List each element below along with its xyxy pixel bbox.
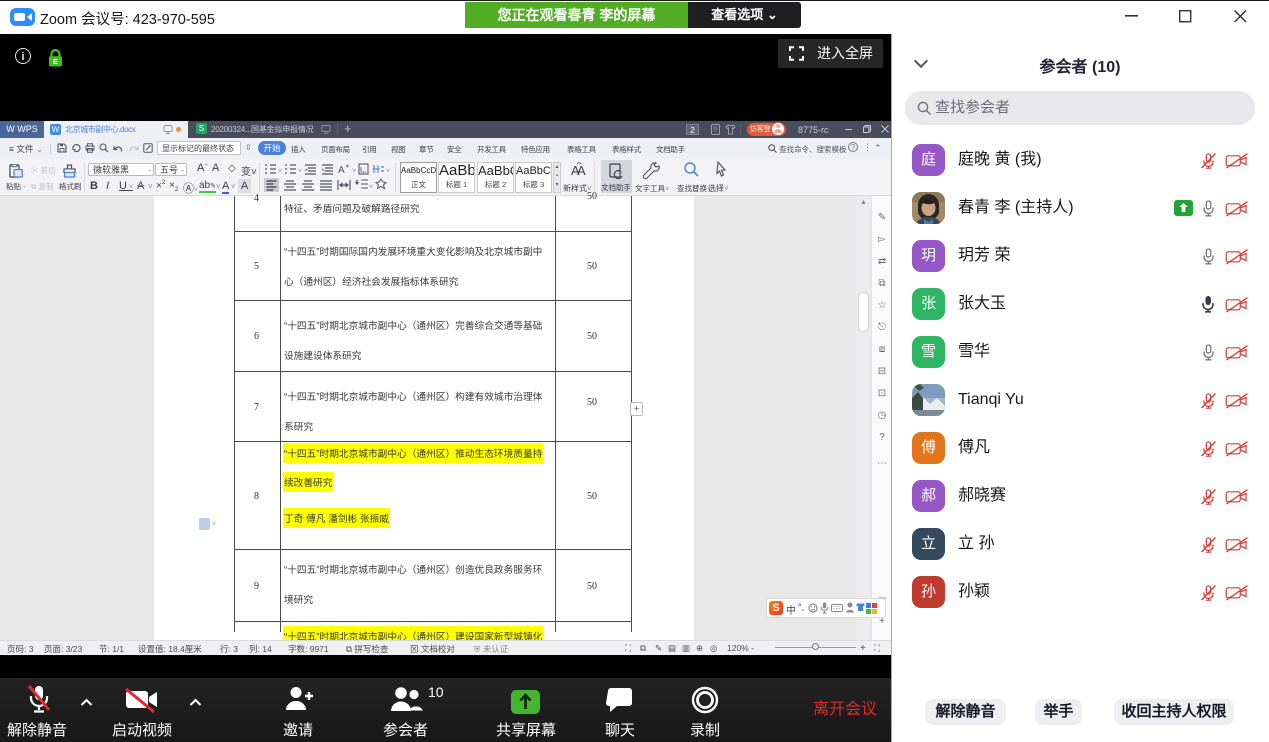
svg-text:A: A (577, 163, 586, 178)
svg-text:˅: ˅ (298, 168, 302, 175)
svg-text:˅: ˅ (278, 168, 282, 175)
svg-text:˅: ˅ (352, 168, 356, 175)
svg-text:A: A (338, 165, 345, 175)
svg-text:˅: ˅ (386, 168, 390, 175)
svg-text:˅: ˅ (369, 184, 373, 191)
svg-text:?: ? (618, 171, 622, 178)
svg-text:E: E (53, 57, 58, 66)
